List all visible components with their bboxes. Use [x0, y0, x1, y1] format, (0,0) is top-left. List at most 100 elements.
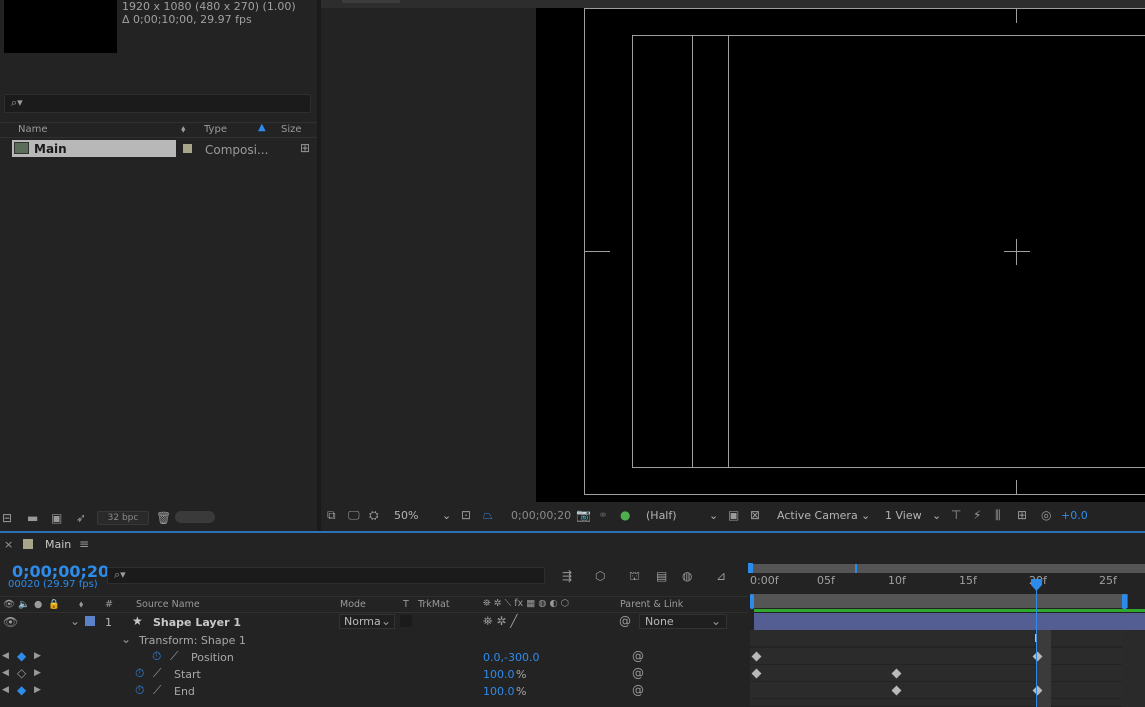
layer-label-swatch[interactable] — [85, 616, 95, 626]
view-layout-dropdown[interactable]: 1 View — [885, 507, 922, 524]
playhead-line[interactable] — [1036, 590, 1037, 707]
audio-icon[interactable]: 🔈 — [18, 598, 30, 612]
work-area-bar[interactable] — [750, 594, 1128, 608]
stopwatch-icon[interactable]: ⏱ — [135, 666, 144, 680]
property-row-end[interactable]: ◀ ◆ ▶ ⏱ ⟋ End 100.0 % @ — [0, 683, 748, 700]
column-trkmat[interactable]: TrkMat — [418, 599, 450, 610]
interpret-footage-icon[interactable]: ⊟ — [2, 511, 12, 525]
column-source-name[interactable]: Source Name — [136, 599, 200, 610]
label-color-swatch[interactable] — [183, 144, 192, 153]
property-value[interactable]: 100.0 — [483, 668, 515, 681]
property-value[interactable]: 0.0,-300.0 — [483, 651, 539, 664]
layer-duration-bar[interactable] — [754, 613, 1145, 630]
pickwhip-icon[interactable]: @ — [632, 683, 644, 697]
column-size[interactable]: Size — [281, 124, 302, 135]
fast-draft-icon[interactable]: ⚡ — [973, 508, 981, 522]
column-mode[interactable]: Mode — [340, 599, 366, 610]
prev-keyframe-icon[interactable]: ◀ — [2, 649, 9, 663]
layer-name[interactable]: Shape Layer 1 — [153, 616, 241, 629]
channels-icon[interactable]: ● — [620, 508, 630, 522]
flowchart-icon[interactable]: ⊞ — [1017, 508, 1027, 522]
trash-icon[interactable]: 🗑 — [156, 511, 171, 525]
next-keyframe-icon[interactable]: ▶ — [34, 649, 41, 663]
next-keyframe-icon[interactable]: ▶ — [34, 666, 41, 680]
pickwhip-icon[interactable]: @ — [619, 614, 631, 628]
thumbnail-size-slider[interactable] — [175, 511, 215, 523]
viewer-tab[interactable] — [342, 0, 400, 3]
label-tag-icon[interactable]: ⬧ — [79, 598, 83, 612]
graph-icon[interactable]: ⟋ — [153, 683, 161, 697]
draft-3d-icon[interactable]: ⬡ — [595, 569, 605, 583]
monitor-icon[interactable]: 🖵 — [348, 508, 360, 522]
timeline-icon[interactable]: ⫼ — [995, 508, 1001, 522]
work-area-start-handle[interactable] — [750, 594, 754, 609]
stopwatch-icon[interactable]: ⏱ — [135, 683, 144, 697]
zoom-dropdown[interactable]: 50% — [394, 507, 418, 524]
panel-menu-icon[interactable]: ≡ — [79, 537, 89, 551]
always-preview-icon[interactable]: ⧉ — [327, 508, 336, 522]
fast-previews-icon[interactable]: ▣ — [728, 508, 739, 522]
close-icon[interactable]: × — [4, 538, 13, 552]
prev-keyframe-icon[interactable]: ◀ — [2, 683, 9, 697]
comp-mini-flowchart-icon[interactable]: ⇶ — [562, 569, 572, 583]
exposure-reset-icon[interactable]: ◎ — [1041, 508, 1051, 522]
comp-resolution-info: 1920 x 1080 (480 x 270) (1.00) — [122, 0, 296, 13]
timeline-search-input[interactable]: ⌕▾ — [107, 567, 545, 584]
time-ruler[interactable]: 0:00f 05f 10f 15f 20f 25f — [750, 564, 1145, 594]
pickwhip-icon[interactable]: @ — [632, 649, 644, 663]
keyframe-toggle-icon[interactable]: ◆ — [17, 683, 26, 697]
toggle-pixel-aspect-icon[interactable]: ⊤ — [951, 508, 961, 522]
column-parent[interactable]: Parent & Link — [620, 599, 683, 610]
flowchart-icon[interactable]: ⊞ — [300, 141, 310, 155]
new-composition-icon[interactable]: ▣ — [51, 511, 62, 525]
layer-row[interactable]: 👁 ⌄ 1 ★ Shape Layer 1 Norma ⌄ ⛯ ✲ ╱ @ No… — [0, 614, 748, 631]
column-name[interactable]: Name — [18, 124, 48, 135]
playhead-handle[interactable] — [1030, 578, 1043, 592]
bit-depth-button[interactable]: 32 bpc — [97, 511, 149, 525]
transparency-grid-icon[interactable]: ⊠ — [750, 508, 760, 522]
show-snapshot-icon[interactable]: ⚭ — [598, 508, 608, 522]
switches-row-icon[interactable]: ⛯ ✲ ╱ — [483, 614, 518, 628]
transform-group-row[interactable]: ⌄ Transform: Shape 1 — [0, 632, 748, 649]
adjust-icon[interactable]: ➶ — [76, 511, 86, 525]
exposure-value[interactable]: +0.0 — [1061, 507, 1088, 524]
prev-keyframe-icon[interactable]: ◀ — [2, 666, 9, 680]
keyframe-toggle-icon[interactable]: ◇ — [17, 666, 26, 680]
graph-icon[interactable]: ⟋ — [153, 666, 161, 680]
property-row-position[interactable]: ◀ ◆ ▶ ⏱ ⟋ Position 0.0,-300.0 @ — [0, 649, 748, 666]
preserve-transparency-toggle[interactable] — [400, 615, 412, 627]
mask-icon[interactable]: ⛭ — [369, 508, 379, 522]
frame-blending-icon[interactable]: ▤ — [656, 569, 667, 583]
fit-icon[interactable]: ⊡ — [461, 508, 471, 522]
chevron-down-icon[interactable]: ⌄ — [121, 632, 131, 646]
chevron-down-icon[interactable]: ⌄ — [70, 614, 80, 628]
motion-blur-icon[interactable]: ◍ — [682, 569, 692, 583]
lock-icon[interactable]: 🔒 — [48, 598, 60, 612]
project-item-row[interactable]: Main Composi... ⊞ — [0, 140, 317, 158]
solo-icon[interactable]: ● — [34, 598, 42, 612]
snapshot-camera-icon[interactable]: 📷 — [576, 508, 591, 522]
property-value[interactable]: 100.0 — [483, 685, 515, 698]
keyframe-toggle-icon[interactable]: ◆ — [17, 649, 26, 663]
next-keyframe-icon[interactable]: ▶ — [34, 683, 41, 697]
timeline-tab-label[interactable]: Main — [45, 538, 71, 551]
composition-canvas[interactable] — [536, 8, 1145, 502]
resolution-dropdown[interactable]: (Half) — [646, 507, 677, 524]
visibility-eye-icon[interactable]: 👁 — [3, 615, 18, 629]
center-tick-bottom — [1016, 480, 1017, 495]
stopwatch-icon[interactable]: ⏱ — [152, 649, 161, 663]
graph-icon[interactable]: ⟋ — [170, 649, 178, 663]
viewer-timecode[interactable]: 0;00;00;20 — [511, 507, 571, 524]
camera-dropdown[interactable]: Active Camera — [777, 507, 858, 524]
pickwhip-icon[interactable]: @ — [632, 666, 644, 680]
property-row-start[interactable]: ◀ ◇ ▶ ⏱ ⟋ Start 100.0 % @ — [0, 666, 748, 683]
label-tag-icon[interactable]: ⬧ — [181, 123, 186, 137]
shy-layers-icon[interactable]: ⛫ — [629, 569, 640, 583]
new-folder-icon[interactable]: ▬ — [27, 511, 38, 525]
graph-editor-icon[interactable]: ⊿ — [716, 569, 726, 583]
eye-icon[interactable]: 👁 — [3, 598, 15, 612]
work-area-end-handle[interactable] — [1122, 594, 1127, 609]
project-search-input[interactable]: ⌕▾ — [4, 94, 311, 113]
region-of-interest-icon[interactable]: ⏢ — [483, 508, 493, 522]
column-type[interactable]: Type — [204, 124, 227, 135]
